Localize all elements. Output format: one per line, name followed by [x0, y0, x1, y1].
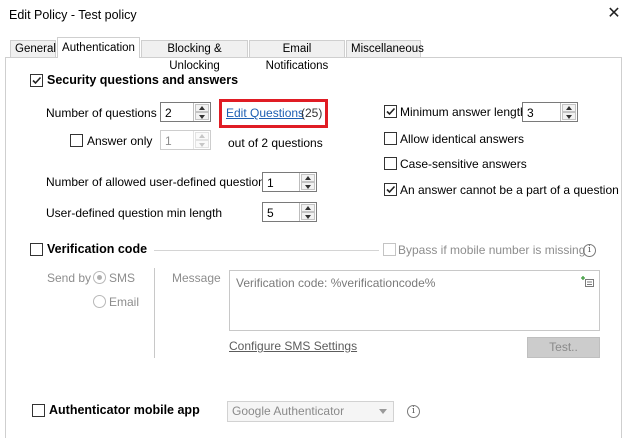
security-questions-checkbox[interactable] — [30, 74, 43, 87]
answer-only-label: Answer only — [87, 134, 153, 148]
case-sensitive-checkbox[interactable] — [384, 157, 397, 170]
window-title: Edit Policy - Test policy — [9, 8, 137, 22]
section-divider — [154, 250, 379, 251]
stepper-up-icon[interactable] — [195, 132, 209, 140]
stepper-down-icon[interactable] — [562, 112, 576, 120]
stepper-up-icon[interactable] — [195, 104, 209, 112]
info-icon[interactable]: i — [407, 405, 420, 418]
close-icon[interactable]: ✕ — [604, 4, 624, 24]
tab-authentication[interactable]: Authentication — [57, 37, 140, 58]
edit-questions-link[interactable]: Edit Questions — [226, 106, 304, 120]
panel-border-left — [5, 57, 6, 438]
message-textarea[interactable]: Verification code: %verificationcode% — [229, 270, 600, 331]
stepper-down-icon[interactable] — [301, 212, 315, 220]
panel-border-right — [621, 57, 622, 438]
authenticator-app-value[interactable]: Google Authenticator — [232, 404, 344, 418]
stepper-up-icon[interactable] — [562, 104, 576, 112]
allow-identical-label: Allow identical answers — [400, 132, 525, 146]
tab-general[interactable]: General — [10, 40, 56, 57]
user-defined-min-length-label: User-defined question min length — [46, 206, 223, 220]
number-of-questions-label: Number of questions — [46, 106, 157, 120]
verification-code-label: Verification code — [47, 242, 148, 256]
min-answer-length-label: Minimum answer length — [400, 105, 527, 119]
info-icon[interactable]: i — [583, 244, 596, 257]
security-questions-label: Security questions and answers — [47, 73, 239, 87]
message-value[interactable]: Verification code: %verificationcode% — [236, 276, 435, 290]
answer-only-checkbox[interactable] — [70, 134, 83, 147]
configure-sms-link[interactable]: Configure SMS Settings — [229, 339, 357, 353]
sms-label: SMS — [109, 271, 136, 285]
user-defined-questions-label: Number of allowed user-defined questions — [46, 175, 271, 189]
user-defined-questions-stepper[interactable]: 1 — [262, 172, 317, 192]
min-answer-length-checkbox[interactable] — [384, 105, 397, 118]
min-answer-length-value[interactable]: 3 — [527, 106, 534, 120]
tab-blocking-unlocking[interactable]: Blocking & Unlocking — [141, 40, 248, 72]
check-icon — [32, 76, 42, 85]
email-radio[interactable] — [93, 295, 106, 308]
user-defined-questions-value[interactable]: 1 — [267, 176, 274, 190]
allow-identical-checkbox[interactable] — [384, 132, 397, 145]
not-part-of-question-checkbox[interactable] — [384, 183, 397, 196]
bypass-label: Bypass if mobile number is missing — [398, 243, 586, 257]
bypass-checkbox[interactable] — [383, 243, 396, 256]
tab-miscellaneous[interactable]: Miscellaneous — [346, 40, 424, 57]
number-of-questions-value[interactable]: 2 — [165, 106, 172, 120]
send-by-label: Send by — [47, 271, 92, 285]
authenticator-checkbox[interactable] — [32, 404, 45, 417]
test-button[interactable]: Test.. — [527, 337, 600, 358]
tab-email-notifications[interactable]: Email Notifications — [249, 40, 345, 72]
stepper-up-icon[interactable] — [301, 174, 315, 182]
number-of-questions-stepper[interactable]: 2 — [160, 102, 211, 122]
user-defined-min-length-stepper[interactable]: 5 — [262, 202, 317, 222]
authenticator-label: Authenticator mobile app — [49, 403, 200, 417]
min-answer-length-stepper[interactable]: 3 — [522, 102, 578, 122]
verification-code-checkbox[interactable] — [30, 243, 43, 256]
message-label: Message — [172, 271, 221, 285]
email-label: Email — [109, 295, 140, 309]
chevron-down-icon[interactable] — [379, 409, 387, 414]
authenticator-app-select[interactable]: Google Authenticator — [227, 401, 394, 422]
stepper-down-icon[interactable] — [301, 182, 315, 190]
answer-only-stepper[interactable]: 1 — [160, 130, 211, 150]
stepper-up-icon[interactable] — [301, 204, 315, 212]
case-sensitive-label: Case-sensitive answers — [400, 157, 527, 171]
edit-questions-count: (25) — [301, 106, 323, 120]
stepper-down-icon[interactable] — [195, 140, 209, 148]
stepper-down-icon[interactable] — [195, 112, 209, 120]
out-of-text: out of 2 questions — [228, 136, 323, 150]
vertical-divider — [154, 268, 155, 358]
insert-variable-icon[interactable] — [580, 275, 594, 287]
user-defined-min-length-value[interactable]: 5 — [267, 206, 274, 220]
sms-radio[interactable] — [93, 271, 106, 284]
check-icon — [386, 185, 396, 194]
not-part-of-question-label: An answer cannot be a part of a question — [400, 183, 619, 197]
check-icon — [386, 107, 396, 116]
answer-only-value[interactable]: 1 — [165, 134, 172, 148]
